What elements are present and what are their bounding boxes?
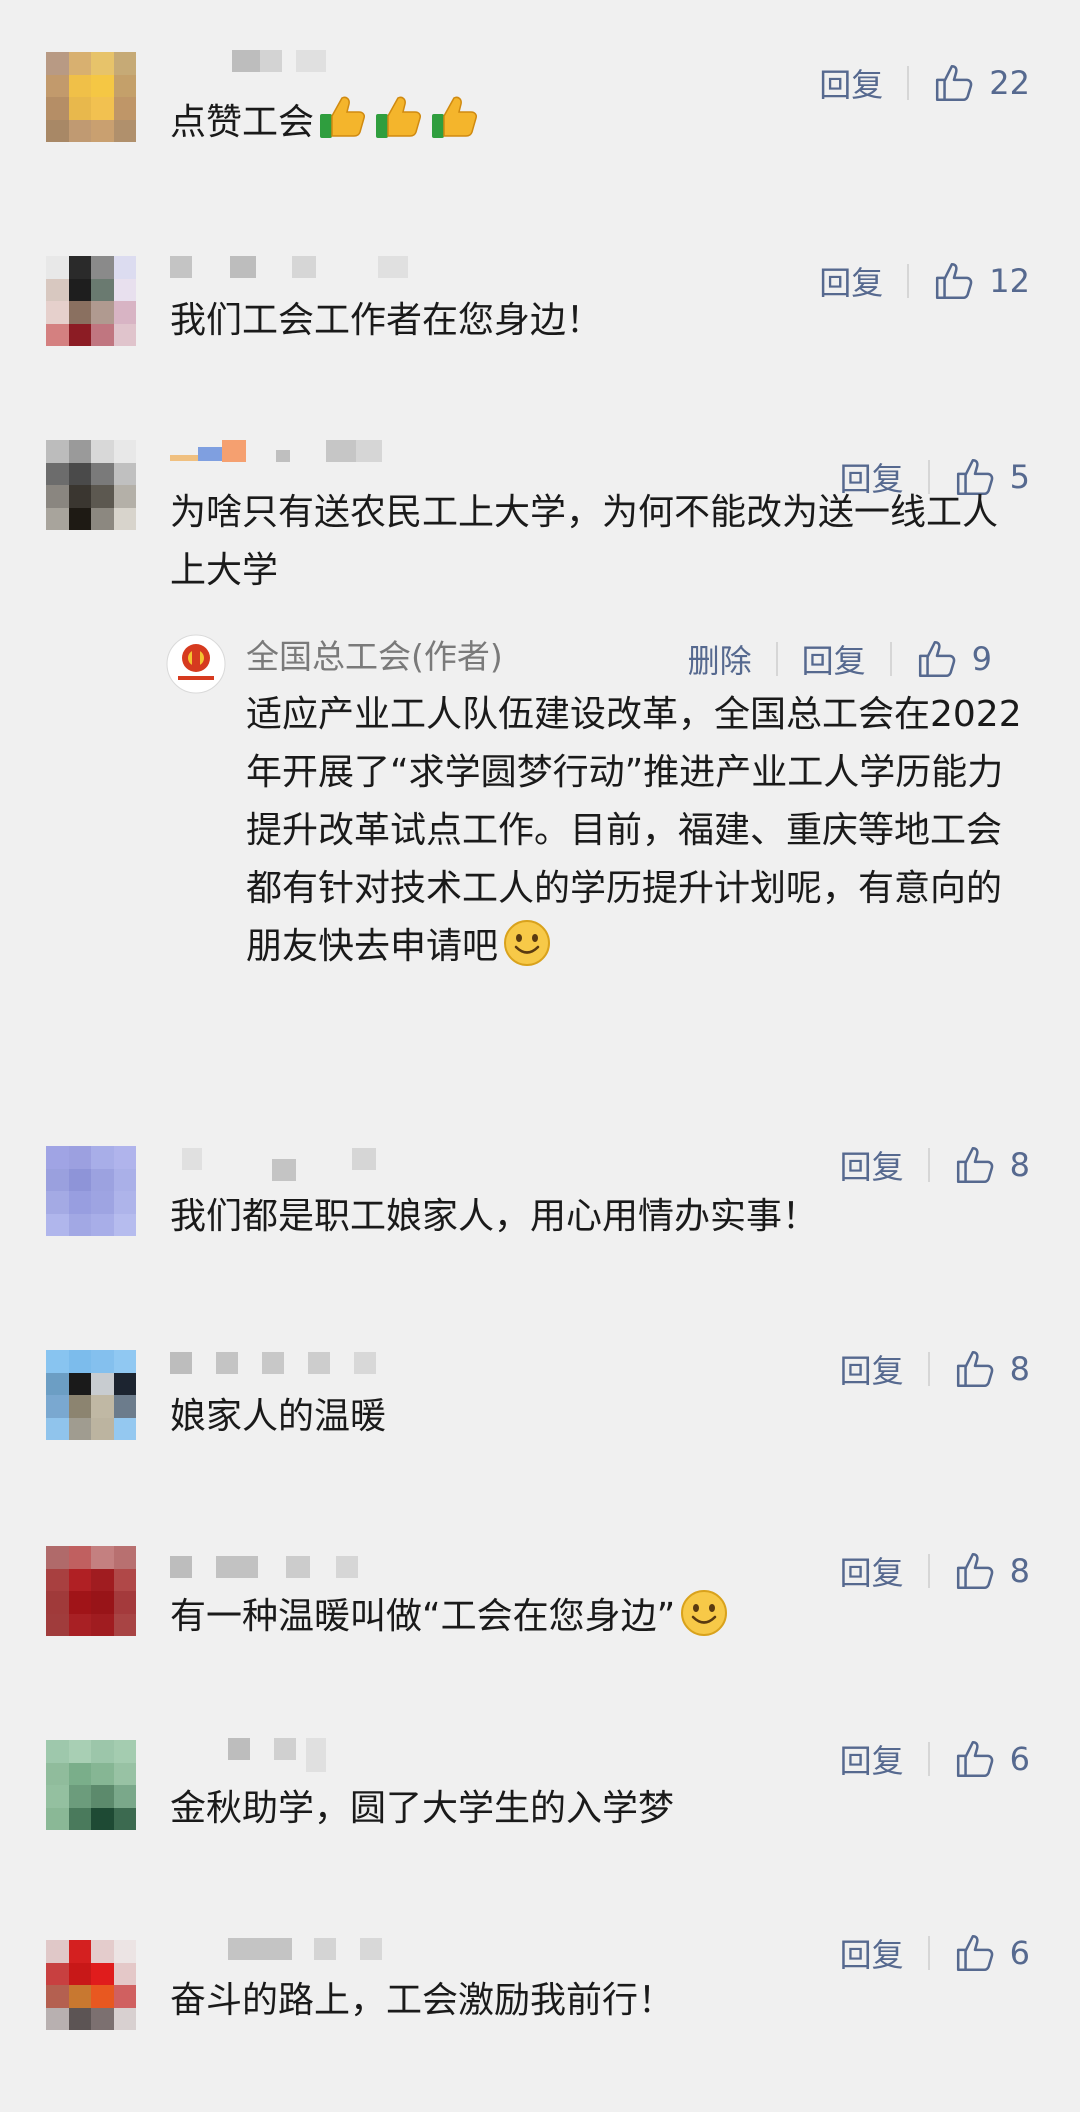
username-blurred[interactable] [170, 48, 326, 74]
thumbs-up-emoji-icon [432, 96, 478, 138]
reply-text: 适应产业工人队伍建设改革，全国总工会在2022年开展了“求学圆梦行动”推进产业工… [246, 686, 1036, 976]
comment-actions: 回复 8 [840, 1346, 1030, 1392]
thumbs-up-emoji-icon [320, 96, 366, 138]
like-button[interactable]: 6 [954, 1932, 1030, 1974]
divider [889, 642, 892, 676]
like-button[interactable]: 6 [954, 1738, 1030, 1780]
thumbs-up-icon [956, 1146, 993, 1184]
thumbs-up-emoji-icon [376, 96, 422, 138]
reply-button[interactable]: 回复 [840, 1346, 904, 1392]
like-count: 8 [1009, 1146, 1030, 1184]
thumbs-up-icon [956, 1934, 993, 1972]
comment-actions: 回复 6 [840, 1736, 1030, 1782]
avatar[interactable] [46, 1940, 136, 2030]
union-logo-icon[interactable] [166, 634, 226, 694]
divider [927, 1936, 930, 1970]
comment-text: 点赞工会 [170, 92, 1030, 152]
avatar[interactable] [46, 440, 136, 530]
reply-button[interactable]: 回复 [802, 636, 866, 682]
comment-text: 为啥只有送农民工上大学，为何不能改为送一线工人上大学 [170, 492, 999, 591]
like-count: 9 [971, 640, 992, 678]
comment-text: 金秋助学，圆了大学生的入学梦 [170, 1788, 675, 1829]
username-blurred[interactable] [170, 254, 408, 280]
username-blurred[interactable] [170, 1146, 376, 1181]
thumbs-up-icon [918, 640, 955, 678]
avatar[interactable] [46, 1546, 136, 1636]
reply-button[interactable]: 回复 [840, 1736, 904, 1782]
smile-emoji-icon [681, 1590, 728, 1636]
reply-button[interactable]: 回复 [840, 1142, 904, 1188]
thumbs-up-icon [956, 1740, 993, 1778]
comment-text: 有一种温暖叫做“工会在您身边” [170, 1588, 1030, 1646]
like-count: 6 [1009, 1740, 1030, 1778]
username-blurred[interactable] [170, 1554, 358, 1580]
reply-actions: 删除 回复 9 [688, 636, 992, 682]
divider [927, 1554, 930, 1588]
username-blurred[interactable] [170, 1736, 326, 1772]
divider [927, 1352, 930, 1386]
divider [775, 642, 778, 676]
username-blurred[interactable] [170, 1936, 382, 1962]
thumbs-up-icon [956, 1350, 993, 1388]
like-button[interactable]: 9 [916, 638, 992, 680]
avatar[interactable] [46, 1146, 136, 1236]
comment-actions: 回复 8 [840, 1142, 1030, 1188]
comment-text: 奋斗的路上，工会激励我前行！ [170, 1980, 675, 2021]
thumbs-up-icon [956, 1552, 993, 1590]
like-button[interactable]: 8 [954, 1144, 1030, 1186]
reply-body: 适应产业工人队伍建设改革，全国总工会在2022年开展了“求学圆梦行动”推进产业工… [246, 694, 1022, 967]
username-blurred[interactable] [170, 438, 382, 464]
author-name[interactable]: 全国总工会(作者) [246, 634, 503, 680]
like-count: 8 [1009, 1350, 1030, 1388]
avatar[interactable] [46, 52, 136, 142]
comment-text: 娘家人的温暖 [170, 1396, 387, 1437]
comment-actions: 回复 6 [840, 1930, 1030, 1976]
avatar[interactable] [46, 1740, 136, 1830]
comment-text: 我们都是职工娘家人，用心用情办实事！ [170, 1196, 819, 1237]
like-count: 8 [1009, 1552, 1030, 1590]
divider [927, 1148, 930, 1182]
reply-button[interactable]: 回复 [840, 1930, 904, 1976]
comment-body: 点赞工会 [170, 102, 315, 143]
comment-body: 有一种温暖叫做“工会在您身边” [170, 1596, 676, 1637]
like-button[interactable]: 8 [954, 1348, 1030, 1390]
smile-emoji-icon [504, 920, 551, 966]
like-count: 6 [1009, 1934, 1030, 1972]
like-button[interactable]: 8 [954, 1550, 1030, 1592]
comment-text: 我们工会工作者在您身边！ [170, 300, 603, 341]
avatar[interactable] [46, 1350, 136, 1440]
username-blurred[interactable] [170, 1350, 376, 1376]
delete-button[interactable]: 删除 [688, 636, 752, 682]
avatar[interactable] [46, 256, 136, 346]
divider [927, 1742, 930, 1776]
